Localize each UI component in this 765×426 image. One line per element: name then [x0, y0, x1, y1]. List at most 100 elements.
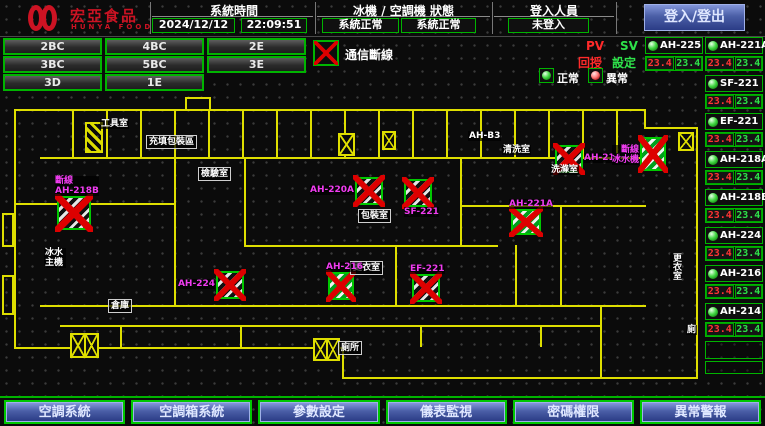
floor-button-3d[interactable]: 3D [3, 74, 102, 91]
nav-button-label: 空調箱系統 [133, 402, 250, 422]
unit-name: AH-225 [660, 40, 701, 51]
login-user-label: 登入人員 [494, 2, 614, 19]
floor-button-label: 3BC [5, 58, 100, 71]
floor-button-2e[interactable]: 2E [207, 38, 306, 55]
nav-button-ahu-system[interactable]: 空調箱系統 [131, 400, 252, 424]
floor-button-group: 2BC 4BC 2E 3BC 5BC 3E 3D 1E [3, 38, 314, 91]
unit-sv-value: 23.4 [735, 133, 763, 146]
nav-button-label: 儀表監視 [388, 402, 505, 422]
unit-name: AH-214 [720, 306, 761, 317]
stairs-icon [313, 338, 340, 361]
unit-sv-value: 23.4 [735, 95, 763, 108]
unit-sv-value: 23.4 [735, 285, 763, 298]
device-label: AH-221A [509, 199, 553, 209]
device-ah-218b[interactable]: 斷線AH-218B [57, 196, 91, 230]
floor-button-3bc[interactable]: 3BC [3, 56, 102, 73]
sidebar-unit-list: AH-221A23.423.4SF-22123.423.4EF-22123.42… [705, 37, 763, 341]
floor-button-4bc[interactable]: 4BC [105, 38, 204, 55]
stairs-icon [382, 131, 396, 150]
floor-button-label: 3D [5, 76, 100, 89]
sidebar-unit-ah-224[interactable]: AH-22423.423.4 [705, 227, 763, 261]
nav-button-alarm[interactable]: 異常警報 [640, 400, 761, 424]
unit-pv-value: 23.4 [706, 95, 734, 108]
stairs-icon [70, 333, 99, 358]
unit-name: AH-218B [720, 192, 765, 203]
comm-loss-x-icon [55, 194, 93, 232]
system-time-label: 系統時間 [155, 2, 313, 19]
sidebar-unit-sf-221[interactable]: SF-221 23.423.4 [705, 75, 763, 109]
floor-button-label: 2BC [5, 40, 100, 53]
floor-button-label: 5BC [107, 58, 202, 71]
device-label: AH-220A [310, 185, 354, 195]
machine-status-label: 冰機 / 空調機 狀態 [317, 2, 490, 19]
unit-pv-value: 23.4 [706, 209, 734, 222]
room-label: 包裝室 [358, 209, 391, 223]
floor-button-label: 1E [107, 76, 202, 89]
nav-button-label: 參數設定 [260, 402, 377, 422]
sidebar-unit-ef-221[interactable]: EF-221 23.423.4 [705, 113, 763, 147]
unit-name: EF-221 [720, 116, 758, 127]
device-ah-220a[interactable]: AH-220A [355, 177, 383, 205]
room-label: 倉庫 [108, 299, 132, 313]
comm-loss-x-icon [638, 135, 668, 173]
nav-button-password-auth[interactable]: 密碼權限 [513, 400, 634, 424]
room-label: 廁所 [338, 341, 362, 355]
device-label: 斷線AH-218B [55, 176, 99, 196]
device--[interactable]: 斷線冰水機 [640, 137, 666, 171]
sidebar-unit-ah-218a[interactable]: AH-218A23.423.4 [705, 151, 763, 185]
floor-button-label: 4BC [107, 40, 202, 53]
sidebar-unit-ah-218b[interactable]: AH-218B23.423.4 [705, 189, 763, 223]
chiller-status-value: 系統正常 [322, 18, 399, 33]
sidebar-unit-ah-214[interactable]: AH-21423.423.4 [705, 303, 763, 337]
device-ef-221[interactable]: EF-221 [412, 274, 440, 302]
unit-name: AH-221A [720, 40, 765, 51]
nav-button-ac-system[interactable]: 空調系統 [4, 400, 125, 424]
floor-button-3e[interactable]: 3E [207, 56, 306, 73]
unit-sv-value: 23.4 [735, 171, 763, 184]
comm-loss-x-icon [410, 272, 442, 304]
device-sf-221[interactable]: SF-221 [404, 179, 432, 207]
room-label: 充填包裝區 [146, 135, 197, 149]
login-logout-button[interactable]: 登入/登出 [644, 4, 745, 31]
comm-loss-x-icon [509, 207, 543, 237]
sidebar-empty-slot [705, 361, 763, 374]
unit-pv-value: 23.4 [706, 133, 734, 146]
device-ah-216[interactable]: AH-216 [328, 272, 354, 300]
room-label: 廁 [686, 325, 697, 335]
status-led-icon [708, 231, 718, 241]
device-ah-221a[interactable]: AH-221A [511, 209, 541, 235]
sv-header: SV [620, 39, 638, 53]
floor-button-5bc[interactable]: 5BC [105, 56, 204, 73]
nav-button-label: 空調系統 [6, 402, 123, 422]
unit-sv-value: 23.4 [735, 247, 763, 260]
floor-button-2bc[interactable]: 2BC [3, 38, 102, 55]
sidebar-unit-ah-221a[interactable]: AH-221A23.423.4 [705, 37, 763, 71]
logo-subtitle: HUNYA FOODS [71, 23, 161, 31]
stairs-icon [338, 133, 355, 156]
nav-button-parameter-setting[interactable]: 參數設定 [258, 400, 379, 424]
device-label: EF-221 [410, 264, 445, 274]
status-led-icon [708, 117, 718, 127]
nav-button-label: 異常警報 [642, 402, 759, 422]
room-label: 洗滌室 [550, 165, 579, 175]
device-label: AH-224 [178, 279, 215, 289]
status-led-icon [708, 193, 718, 203]
room-label: 冰水主機 [44, 248, 66, 268]
sidebar-unit-ah-225[interactable]: AH-225 23.4 23.4 [645, 37, 703, 71]
unit-sv-value: 23.4 [735, 323, 763, 336]
device-ah-224[interactable]: AH-224 [216, 271, 244, 299]
status-led-icon [708, 269, 718, 279]
unit-name: AH-216 [720, 268, 761, 279]
status-led-icon [708, 307, 718, 317]
unit-pv-value: 23.4 [646, 57, 674, 70]
sidebar-unit-ah-216[interactable]: AH-21623.423.4 [705, 265, 763, 299]
abnormal-legend-label: 異常 [606, 70, 628, 86]
unit-pv-value: 23.4 [706, 247, 734, 260]
unit-name: SF-221 [720, 78, 759, 89]
comm-loss-x-icon [402, 177, 434, 209]
hmi-screen: 宏亞食品 HUNYA FOODS 系統時間 2024/12/12 22:09:5… [0, 0, 765, 426]
comm-loss-x-icon [353, 175, 385, 207]
nav-button-meter-monitor[interactable]: 儀表監視 [386, 400, 507, 424]
floor-button-1e[interactable]: 1E [105, 74, 204, 91]
device-label: 斷線冰水機 [612, 145, 639, 165]
